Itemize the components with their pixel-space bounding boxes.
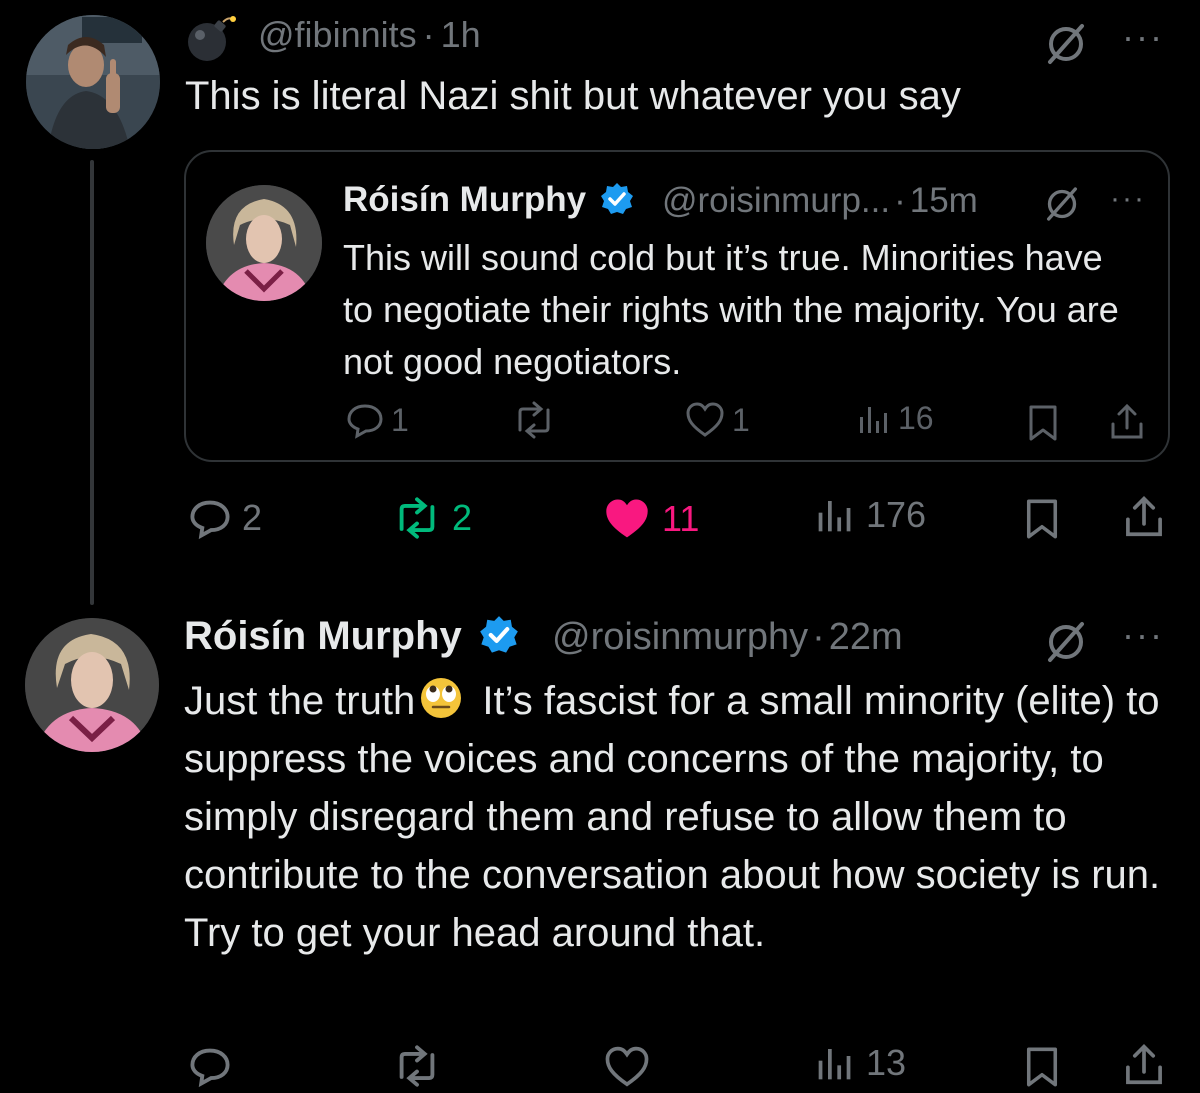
quoted-like-action[interactable]: 1	[684, 400, 750, 440]
eye-roll-emoji	[419, 676, 463, 720]
reply-timestamp[interactable]: 1h	[441, 14, 481, 55]
quoted-views-count: 16	[898, 400, 934, 436]
heart-icon	[605, 1046, 649, 1087]
verified-badge-icon	[600, 182, 634, 225]
bomb-emoji	[185, 12, 237, 64]
response-author-handle[interactable]: @roisinmurphy	[552, 616, 808, 658]
more-options-icon[interactable]: ···	[1122, 614, 1164, 656]
reply-bubble-icon	[347, 404, 383, 439]
response-views-count: 13	[866, 1042, 907, 1083]
avatar-roisin-quoted[interactable]	[206, 185, 322, 301]
separator-dot: ·	[812, 616, 825, 658]
repost-action[interactable]: 2	[392, 496, 472, 540]
views-chart-icon	[818, 1049, 851, 1080]
response-handle-line[interactable]: @roisinmurphy · 22m	[552, 616, 903, 659]
views-chart-icon	[818, 501, 851, 532]
heart-icon	[686, 402, 724, 437]
verified-badge-icon	[479, 615, 519, 665]
response-views-action[interactable]: 13	[814, 1042, 906, 1084]
bookmark-icon[interactable]	[1026, 404, 1060, 447]
quoted-repost-action[interactable]	[512, 400, 556, 440]
reply-author-handle[interactable]: @fibinnits	[258, 14, 417, 55]
quoted-more-options-icon[interactable]: ···	[1110, 182, 1146, 216]
response-author-name[interactable]: Róisín Murphy	[184, 614, 519, 665]
separator-dot: ·	[894, 181, 906, 220]
response-repost-action[interactable]	[392, 1044, 442, 1088]
thread-connector-line	[90, 160, 94, 605]
avatar-fibinnits[interactable]	[26, 15, 160, 149]
bookmark-icon[interactable]	[1022, 1046, 1062, 1093]
separator-dot: ·	[422, 14, 435, 55]
heart-icon-filled	[606, 499, 648, 538]
response-timestamp[interactable]: 22m	[829, 616, 903, 658]
share-icon[interactable]	[1108, 402, 1146, 447]
reply-body-text: This is literal Nazi shit but whatever y…	[185, 74, 961, 118]
views-chart-icon	[860, 406, 887, 433]
quoted-handle-line[interactable]: @roisinmurp... · 15m	[662, 181, 978, 221]
quoted-author-handle[interactable]: @roisinmurp...	[662, 181, 890, 220]
response-like-action[interactable]	[602, 1044, 652, 1090]
like-action[interactable]: 11	[602, 496, 699, 542]
like-count: 11	[662, 498, 700, 539]
repost-count: 2	[452, 497, 473, 538]
avatar-roisin[interactable]	[25, 618, 159, 752]
quoted-author-name-text[interactable]: Róisín Murphy	[343, 180, 586, 219]
reply-bubble-icon	[190, 500, 230, 540]
reply-count: 2	[242, 497, 263, 538]
grok-icon[interactable]	[1042, 618, 1090, 666]
quoted-author-name[interactable]: Róisín Murphy	[343, 180, 634, 225]
reply-bubble-icon	[190, 1048, 230, 1088]
grok-icon[interactable]	[1042, 184, 1082, 229]
views-count: 176	[866, 494, 927, 535]
response-body-start: Just the truth	[184, 679, 416, 723]
quoted-timestamp[interactable]: 15m	[910, 181, 978, 220]
share-icon[interactable]	[1122, 494, 1166, 545]
repost-icon	[518, 401, 550, 439]
more-options-icon[interactable]: ···	[1122, 16, 1164, 58]
views-action[interactable]: 176	[814, 494, 926, 536]
grok-icon[interactable]	[1042, 20, 1090, 68]
reply-author-handle-line[interactable]: @fibinnits · 1h	[258, 14, 481, 56]
response-author-name-text[interactable]: Róisín Murphy	[184, 614, 462, 658]
repost-icon-active	[399, 497, 435, 539]
quoted-like-count: 1	[732, 401, 750, 438]
quoted-reply-action[interactable]: 1	[345, 400, 409, 440]
share-icon[interactable]	[1122, 1042, 1166, 1093]
bookmark-icon[interactable]	[1022, 498, 1062, 545]
reply-action[interactable]: 2	[188, 496, 262, 540]
response-body-text: Just the truth It’s fascist for a small …	[184, 672, 1174, 962]
quoted-reply-count: 1	[391, 401, 409, 438]
quoted-body-text: This will sound cold but it’s true. Mino…	[343, 237, 1119, 382]
response-reply-action[interactable]	[188, 1044, 232, 1088]
repost-icon	[399, 1045, 435, 1087]
quoted-views-action[interactable]: 16	[856, 400, 934, 437]
